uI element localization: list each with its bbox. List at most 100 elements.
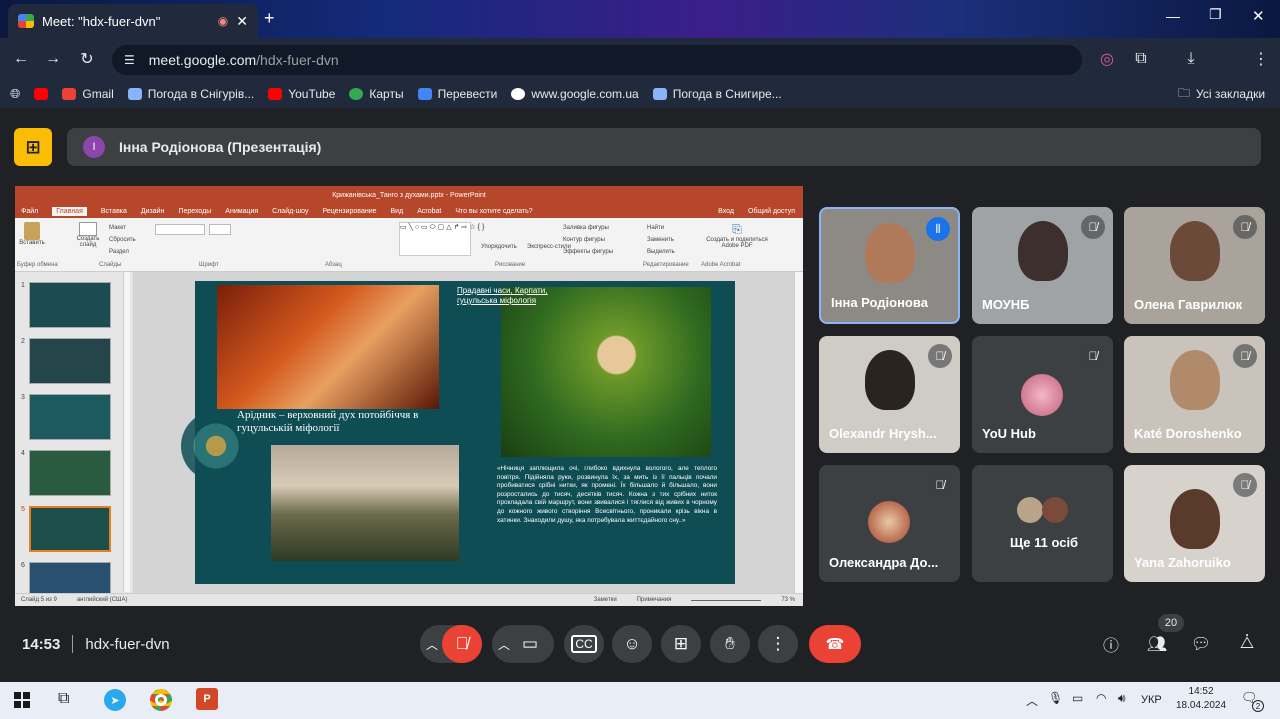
participant-tile[interactable]: 🎙̸ Yana Zahoruiko <box>1124 465 1265 582</box>
tab-close-icon[interactable]: ✕ <box>236 13 248 30</box>
bookmark-weather-1[interactable]: Погода в Снігурів... <box>127 87 254 101</box>
bookmark-translate[interactable]: Перевести <box>417 87 497 101</box>
download-icon[interactable]: ⤓ <box>1178 46 1204 72</box>
arrange-button[interactable]: Упорядочить <box>481 244 517 250</box>
section-button[interactable]: Раздел <box>109 246 136 258</box>
more-options-button[interactable]: ⋮ <box>758 625 798 663</box>
participant-tile[interactable]: 🎙̸ Katé Doroshenko <box>1124 336 1265 453</box>
ppt-tab[interactable]: Дизайн <box>141 208 165 215</box>
tray-volume-icon[interactable]: 🔊︎ <box>1118 691 1126 706</box>
address-bar[interactable]: ☰ meet.google.com/hdx-fuer-dvn <box>112 45 1082 75</box>
slide-thumbnail[interactable] <box>29 282 111 328</box>
participant-tile[interactable]: 🎙̸ YoU Hub <box>972 336 1113 453</box>
ppt-tab-home[interactable]: Главная <box>52 206 87 216</box>
back-icon[interactable]: ← <box>8 46 34 72</box>
ppt-signin[interactable]: Вход <box>718 208 734 215</box>
slide-thumbnail[interactable] <box>29 394 111 440</box>
chat-icon[interactable]: 💬︎ <box>1188 631 1214 657</box>
find-button[interactable]: Найти <box>647 222 675 234</box>
captions-button[interactable]: CC <box>564 625 604 663</box>
input-language[interactable]: УКР <box>1141 694 1162 706</box>
tray-chevron-icon[interactable]: ︿ <box>1026 692 1038 709</box>
menu-icon[interactable]: ⋮ <box>1248 46 1274 72</box>
font-size-box[interactable] <box>209 224 231 235</box>
tray-battery-icon[interactable]: ▭ <box>1072 691 1083 705</box>
bookmark-weather-2[interactable]: Погода в Снигире... <box>652 87 782 101</box>
windows-start-icon[interactable] <box>14 692 30 708</box>
bookmark-gmail[interactable]: Gmail <box>62 87 114 101</box>
participant-tile[interactable]: 🎙̸ Olexandr Hrysh... <box>819 336 960 453</box>
layout-button[interactable]: Макет <box>109 222 136 234</box>
ppt-tab[interactable]: Файл <box>21 208 38 215</box>
thumbnail-scrollbar[interactable] <box>123 272 130 592</box>
reset-button[interactable]: Сбросить <box>109 234 136 246</box>
forward-icon[interactable]: → <box>40 46 66 72</box>
chrome-icon[interactable] <box>150 689 172 711</box>
shape-outline-button[interactable]: Контур фигуры <box>563 234 613 246</box>
ppt-tell-me[interactable]: Что вы хотите сделать? <box>455 208 532 215</box>
reactions-button[interactable]: ☺ <box>612 625 652 663</box>
meeting-details-icon[interactable]: ⓘ <box>1098 631 1124 657</box>
font-name-box[interactable] <box>155 224 205 235</box>
people-icon[interactable]: 👥︎ <box>1144 631 1170 657</box>
bookmark-maps[interactable]: Карты <box>349 87 404 101</box>
camera-options-button[interactable]: ︿ ▭ <box>492 625 554 663</box>
extensions-icon[interactable]: ⧉ <box>1128 46 1154 72</box>
ppt-tab[interactable]: Вид <box>391 208 404 215</box>
presentation-icon[interactable]: ⊞ <box>14 128 52 166</box>
maximize-button[interactable]: ❐ <box>1209 6 1222 23</box>
powerpoint-icon[interactable]: P <box>196 688 218 710</box>
all-bookmarks[interactable]: 🗀︎ Усі закладки <box>1178 84 1265 105</box>
activities-icon[interactable]: ⧊ <box>1234 631 1260 657</box>
globe-icon[interactable]: 🌐︎ <box>10 86 20 102</box>
ppt-tab[interactable]: Acrobat <box>417 208 441 215</box>
replace-button[interactable]: Заменить <box>647 234 675 246</box>
participant-tile[interactable]: ⦀ Інна Родіонова <box>819 207 960 324</box>
comments-button[interactable]: Примечания <box>637 597 672 603</box>
ppt-tab[interactable]: Рецензирование <box>322 208 376 215</box>
task-view-icon[interactable]: ⧉ <box>58 690 69 708</box>
new-tab-button[interactable]: + <box>264 8 275 29</box>
mic-toggle-button[interactable]: 🎙̸ <box>442 625 482 663</box>
select-button[interactable]: Выделить <box>647 246 675 258</box>
adobe-pdf-button[interactable]: ⎘ Создать и поделиться Adobe PDF <box>701 222 773 249</box>
more-participants-tile[interactable]: Ще 11 осіб <box>972 465 1113 582</box>
new-slide-button[interactable]: Создать слайд <box>73 222 103 248</box>
participant-tile[interactable]: 🎙̸ МОУНБ <box>972 207 1113 324</box>
minimize-button[interactable]: — <box>1166 8 1180 24</box>
leave-call-button[interactable]: ☎︎ <box>809 625 861 663</box>
bookmark-youtube[interactable]: YouTube <box>268 87 335 101</box>
telegram-icon[interactable]: ➤ <box>104 689 126 711</box>
reload-icon[interactable]: ↻ <box>74 46 100 72</box>
window-close-button[interactable]: ✕ <box>1252 7 1265 25</box>
raise-hand-button[interactable]: ✋︎ <box>710 625 750 663</box>
shapes-gallery[interactable]: ▭╲○▭⬭▢△↱⇨☆{} <box>399 222 484 256</box>
shape-effects-button[interactable]: Эффекты фигуры <box>563 246 613 258</box>
language-indicator[interactable]: английский (США) <box>77 597 128 603</box>
participant-tile[interactable]: 🎙̸ Олена Гаврилюк <box>1124 207 1265 324</box>
ppt-tab[interactable]: Переходы <box>178 208 211 215</box>
ppt-share[interactable]: Общий доступ <box>748 208 795 215</box>
shape-fill-button[interactable]: Заливка фигуры <box>563 222 613 234</box>
extension-color-icon[interactable]: ◎ <box>1094 46 1120 72</box>
tray-mic-icon[interactable]: 🎙︎ <box>1048 691 1063 705</box>
ppt-tab[interactable]: Слайд-шоу <box>272 208 308 215</box>
zoom-level[interactable]: 73 % <box>781 597 795 603</box>
slide-thumbnail[interactable] <box>29 338 111 384</box>
site-settings-icon[interactable]: ☰ <box>124 53 135 67</box>
clock[interactable]: 14:52 18.04.2024 <box>1176 685 1226 713</box>
youtube-icon[interactable] <box>34 88 49 100</box>
notes-button[interactable]: Заметки <box>594 597 617 603</box>
participant-tile[interactable]: 🎙̸ Олександра До... <box>819 465 960 582</box>
slide-thumbnail[interactable] <box>29 450 111 496</box>
slide-thumbnail-selected[interactable] <box>29 506 111 552</box>
slide-scrollbar[interactable] <box>794 272 803 593</box>
ppt-tab[interactable]: Анимация <box>225 208 258 215</box>
zoom-slider[interactable] <box>691 599 762 601</box>
present-button[interactable]: ⊞ <box>661 625 701 663</box>
bookmark-google[interactable]: www.google.com.ua <box>511 87 639 101</box>
tray-wifi-icon[interactable]: ◠ <box>1096 691 1106 705</box>
browser-tab[interactable]: Meet: "hdx-fuer-dvn" ◉ ✕ <box>8 4 258 38</box>
paste-button[interactable]: Вставить <box>19 222 45 246</box>
ppt-tab[interactable]: Вставка <box>101 208 127 215</box>
